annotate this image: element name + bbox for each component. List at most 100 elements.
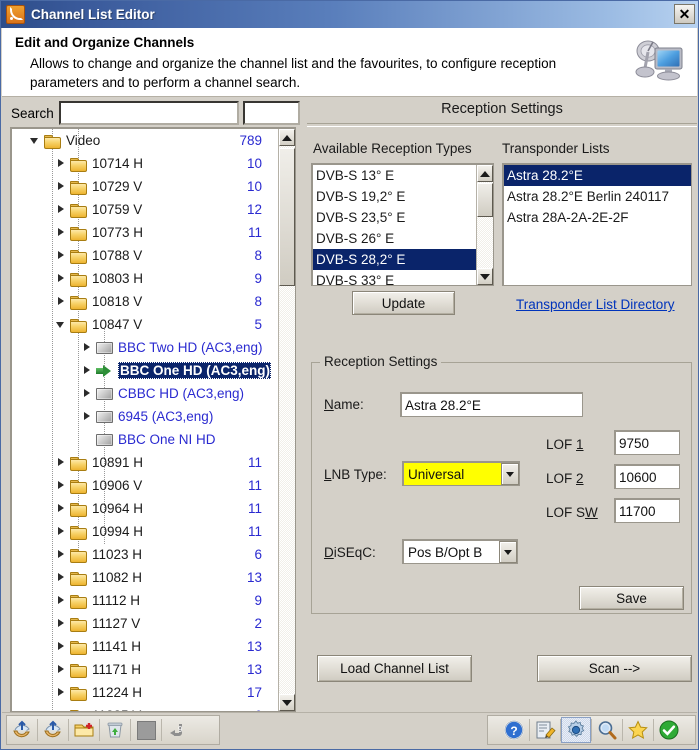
tree-expander-collapsed-icon[interactable]	[82, 342, 93, 353]
scan-button[interactable]: Scan -->	[537, 655, 692, 682]
load-channel-list-button[interactable]: Load Channel List	[317, 655, 472, 682]
reception-types-scroll-down-icon[interactable]	[477, 268, 493, 285]
tree-folder-row[interactable]: 10818 V8	[12, 290, 280, 313]
reception-types-scroll-up-icon[interactable]	[477, 165, 493, 182]
tree-channel-row[interactable]: BBC One NI HD	[12, 428, 280, 451]
lnb-type-chevron-down-icon[interactable]	[501, 463, 519, 485]
diseqc-chevron-down-icon[interactable]	[499, 541, 517, 563]
tree-folder-row[interactable]: 10773 H11	[12, 221, 280, 244]
tree-expander-collapsed-icon[interactable]	[56, 250, 67, 261]
export-list-icon[interactable]	[38, 717, 68, 743]
reception-type-option[interactable]: DVB-S 26° E	[313, 228, 476, 249]
edit-icon[interactable]	[530, 717, 560, 743]
tree-folder-row[interactable]: 10906 V11	[12, 474, 280, 497]
tree-channel-row[interactable]: BBC Two HD (AC3,eng)	[12, 336, 280, 359]
tree-expander-collapsed-icon[interactable]	[82, 365, 93, 376]
transponder-list-option[interactable]: Astra 28A-2A-2E-2F	[504, 207, 691, 228]
search-secondary-input[interactable]	[243, 101, 300, 125]
tree-expander-collapsed-icon[interactable]	[56, 273, 67, 284]
tree-expander-collapsed-icon[interactable]	[56, 572, 67, 583]
tree-channel-row[interactable]: 6945 (AC3,eng)	[12, 405, 280, 428]
tree-folder-row[interactable]: 10714 H10	[12, 152, 280, 175]
transponder-list-option[interactable]: Astra 28.2°E Berlin 240117	[504, 186, 691, 207]
tree-expander-collapsed-icon[interactable]	[56, 480, 67, 491]
available-reception-types-listbox[interactable]: DVB-S 13° EDVB-S 19,2° EDVB-S 23,5° EDVB…	[311, 163, 494, 286]
tree-expander-collapsed-icon[interactable]	[56, 181, 67, 192]
confirm-check-icon[interactable]	[654, 717, 684, 743]
tree-expander-collapsed-icon[interactable]	[56, 296, 67, 307]
tree-expander-expanded-icon[interactable]	[30, 135, 41, 146]
new-folder-icon[interactable]	[69, 717, 99, 743]
reception-type-option[interactable]: DVB-S 19,2° E	[313, 186, 476, 207]
name-input[interactable]	[400, 392, 583, 417]
tree-vertical-scrollbar[interactable]	[278, 129, 295, 711]
tree-expander-collapsed-icon[interactable]	[56, 503, 67, 514]
tree-channel-row[interactable]: CBBC HD (AC3,eng)	[12, 382, 280, 405]
search-magnifier-icon[interactable]	[592, 717, 622, 743]
lnb-type-select[interactable]: Universal	[402, 461, 520, 486]
tree-expander-collapsed-icon[interactable]	[56, 687, 67, 698]
tree-expander-collapsed-icon[interactable]	[56, 710, 67, 711]
tree-folder-row[interactable]: 11171 H13	[12, 658, 280, 681]
transponder-list-directory-link[interactable]: Transponder List Directory	[516, 297, 675, 312]
tree-expander-collapsed-icon[interactable]	[56, 641, 67, 652]
tree-folder-row[interactable]: 10788 V8	[12, 244, 280, 267]
tree-folder-row[interactable]: 10891 H11	[12, 451, 280, 474]
tree-folder-row[interactable]: 11224 H17	[12, 681, 280, 704]
lof1-input[interactable]	[614, 430, 680, 455]
right-toolbar: ?	[487, 715, 696, 745]
tree-expander-collapsed-icon[interactable]	[56, 549, 67, 560]
tree-folder-row[interactable]: 11127 V2	[12, 612, 280, 635]
tree-expander-collapsed-icon[interactable]	[56, 664, 67, 675]
transponder-lists-listbox[interactable]: Astra 28.2°EAstra 28.2°E Berlin 240117As…	[502, 163, 692, 286]
tree-expander-collapsed-icon[interactable]	[82, 411, 93, 422]
tree-folder-row[interactable]: Video789	[12, 129, 280, 152]
tree-folder-row[interactable]: 10964 H11	[12, 497, 280, 520]
save-button[interactable]: Save	[579, 586, 684, 610]
tree-folder-row[interactable]: 10803 H9	[12, 267, 280, 290]
lofsw-input[interactable]	[614, 498, 680, 523]
tree-folder-row[interactable]: 10729 V10	[12, 175, 280, 198]
tree-folder-row[interactable]: 11023 H6	[12, 543, 280, 566]
tree-folder-row[interactable]: 10847 V5	[12, 313, 280, 336]
lof2-input[interactable]	[614, 464, 680, 489]
update-button[interactable]: Update	[352, 291, 455, 315]
reception-types-scrollbar-thumb[interactable]	[477, 183, 493, 217]
tree-expander-collapsed-icon[interactable]	[56, 457, 67, 468]
reception-types-scrollbar[interactable]	[476, 165, 493, 285]
stop-square-icon[interactable]	[131, 717, 161, 743]
recycle-bin-icon[interactable]	[100, 717, 130, 743]
tree-expander-collapsed-icon[interactable]	[56, 618, 67, 629]
reception-type-option[interactable]: DVB-S 33° E	[313, 270, 476, 286]
settings-gear-icon[interactable]	[561, 717, 591, 743]
help-icon[interactable]: ?	[499, 717, 529, 743]
search-input[interactable]	[59, 101, 239, 125]
channel-tree[interactable]: Video78910714 H1010729 V1010759 V1210773…	[12, 129, 280, 711]
scrollbar-thumb[interactable]	[279, 148, 295, 286]
favourites-star-icon[interactable]	[623, 717, 653, 743]
tree-folder-row[interactable]: 10994 H11	[12, 520, 280, 543]
tree-expander-collapsed-icon[interactable]	[56, 204, 67, 215]
close-button[interactable]: ✕	[674, 4, 695, 24]
tree-expander-expanded-icon[interactable]	[56, 319, 67, 330]
scroll-up-icon[interactable]	[279, 129, 295, 146]
tree-expander-collapsed-icon[interactable]	[56, 526, 67, 537]
tree-channel-row[interactable]: BBC One HD (AC3,eng)	[12, 359, 280, 382]
reception-type-option[interactable]: DVB-S 23,5° E	[313, 207, 476, 228]
transponder-list-option[interactable]: Astra 28.2°E	[504, 165, 691, 186]
reception-type-option[interactable]: DVB-S 13° E	[313, 165, 476, 186]
tree-expander-collapsed-icon[interactable]	[56, 227, 67, 238]
tree-folder-row[interactable]: 11082 H13	[12, 566, 280, 589]
tree-folder-row[interactable]: 11225 V6	[12, 704, 280, 711]
tree-folder-row[interactable]: 11112 H9	[12, 589, 280, 612]
diseqc-select[interactable]: Pos B/Opt B	[402, 539, 518, 564]
tree-folder-row[interactable]: 10759 V12	[12, 198, 280, 221]
undo-icon[interactable]: 9	[162, 717, 192, 743]
tree-expander-collapsed-icon[interactable]	[56, 595, 67, 606]
reception-type-option[interactable]: DVB-S 28,2° E	[313, 249, 476, 270]
scroll-down-icon[interactable]	[279, 694, 295, 711]
tree-expander-collapsed-icon[interactable]	[56, 158, 67, 169]
tree-expander-collapsed-icon[interactable]	[82, 388, 93, 399]
import-list-icon[interactable]	[7, 717, 37, 743]
tree-folder-row[interactable]: 11141 H13	[12, 635, 280, 658]
